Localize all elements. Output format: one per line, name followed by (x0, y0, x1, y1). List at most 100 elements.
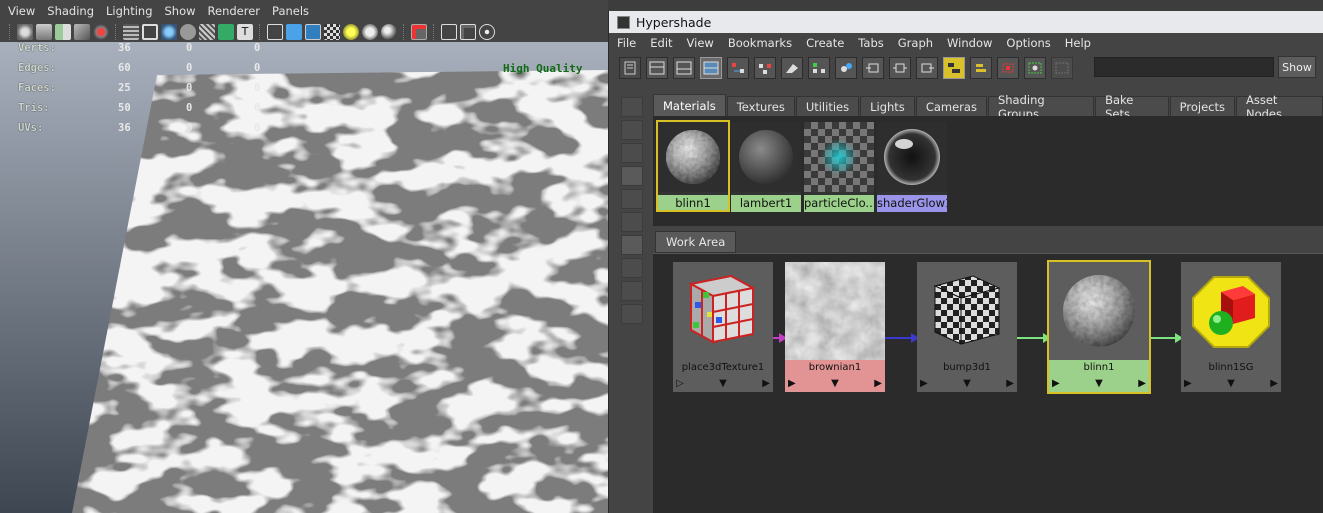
shadows-icon[interactable] (381, 24, 397, 40)
rearrange-graph-icon[interactable] (808, 57, 830, 79)
bottom-tabs-only-icon[interactable] (673, 57, 695, 79)
side-tool-button[interactable] (621, 304, 643, 324)
menu-options[interactable]: Options (1006, 36, 1050, 50)
menu-edit[interactable]: Edit (650, 36, 672, 50)
grease-pencil-icon[interactable] (93, 24, 109, 40)
default-lighting-icon[interactable] (343, 24, 359, 40)
input-port-icon[interactable]: ▶ (788, 378, 796, 389)
show-button[interactable]: Show (1278, 56, 1316, 78)
frame-all-icon[interactable] (1051, 57, 1073, 79)
selected-only-icon[interactable] (997, 57, 1019, 79)
menu-panels[interactable]: Panels (272, 4, 309, 18)
expand-attributes-icon[interactable]: ▼ (1095, 378, 1103, 389)
output-connections-icon[interactable] (916, 57, 938, 79)
expand-attributes-icon[interactable]: ▼ (719, 378, 727, 389)
gate-mask-icon[interactable] (180, 24, 196, 40)
all-lights-icon[interactable] (362, 24, 378, 40)
output-port-icon[interactable]: ▶ (1006, 378, 1014, 389)
material-swatch[interactable]: shaderGlow1 (877, 122, 947, 212)
camera-attributes-icon[interactable] (36, 24, 52, 40)
menu-show[interactable]: Show (165, 4, 196, 18)
menu-bookmarks[interactable]: Bookmarks (728, 36, 792, 50)
node-bump3d[interactable]: bump3d1 ▶ ▼ ▶ (917, 262, 1017, 392)
simple-display-icon[interactable] (970, 57, 992, 79)
menu-help[interactable]: Help (1065, 36, 1091, 50)
side-tool-button[interactable] (621, 143, 643, 163)
xray-joints-icon[interactable] (460, 24, 476, 40)
tab-utilities[interactable]: Utilities (795, 96, 860, 116)
safe-title-icon[interactable]: T (237, 24, 253, 40)
side-tool-button[interactable] (621, 97, 643, 117)
smooth-shade-icon[interactable] (286, 24, 302, 40)
material-swatch[interactable]: blinn1 (656, 120, 730, 212)
viewport-panel[interactable]: View Shading Lighting Show Renderer Pane… (0, 0, 608, 513)
shade-wireframe-icon[interactable] (305, 24, 321, 40)
materials-panel[interactable]: blinn1 lambert1 particleClo... shaderGlo… (653, 116, 1323, 226)
output-port-icon[interactable]: ▶ (874, 378, 882, 389)
menu-graph[interactable]: Graph (898, 36, 933, 50)
tab-asset-nodes[interactable]: Asset Nodes (1235, 93, 1323, 121)
expand-attributes-icon[interactable]: ▼ (1227, 378, 1235, 389)
graph-materials-icon[interactable] (835, 57, 857, 79)
tab-lights[interactable]: Lights (860, 96, 915, 116)
output-port-icon[interactable]: ▶ (762, 378, 770, 389)
node-shading-group[interactable]: blinn1SG ▶ ▼ ▶ (1181, 262, 1281, 392)
tab-bake-sets[interactable]: Bake Sets (1095, 93, 1169, 121)
swatch-display-icon[interactable] (943, 57, 965, 79)
output-port-icon[interactable]: ▶ (1138, 378, 1146, 389)
node-place3dtexture[interactable]: place3dTexture1 ▷ ▼ ▶ (673, 262, 773, 392)
tab-shading-groups[interactable]: Shading Groups (987, 93, 1095, 121)
input-port-icon[interactable]: ▷ (676, 378, 684, 389)
film-gate-icon[interactable] (142, 24, 158, 40)
wireframe-icon[interactable] (267, 24, 283, 40)
tab-work-area[interactable]: Work Area (655, 231, 737, 253)
tab-cameras[interactable]: Cameras (915, 96, 987, 116)
menu-view[interactable]: View (8, 4, 35, 18)
select-camera-icon[interactable] (17, 24, 33, 40)
menu-renderer[interactable]: Renderer (208, 4, 261, 18)
menu-shading[interactable]: Shading (47, 4, 94, 18)
side-tool-button[interactable] (621, 258, 643, 278)
top-tabs-only-icon[interactable] (646, 57, 668, 79)
bookmark-search-field[interactable] (1094, 57, 1274, 77)
menu-view[interactable]: View (687, 36, 714, 50)
grid-icon[interactable] (123, 24, 139, 40)
isolate-select-icon[interactable] (411, 24, 427, 40)
xray-components-icon[interactable] (479, 24, 495, 40)
tab-textures[interactable]: Textures (726, 96, 795, 116)
menu-create[interactable]: Create (806, 36, 844, 50)
graph-upstream-icon[interactable] (727, 57, 749, 79)
side-tool-button[interactable] (621, 166, 643, 186)
expand-attributes-icon[interactable]: ▼ (831, 378, 839, 389)
clear-graph-icon[interactable] (781, 57, 803, 79)
resolution-gate-icon[interactable] (161, 24, 177, 40)
input-port-icon[interactable]: ▶ (1052, 378, 1060, 389)
xray-icon[interactable] (441, 24, 457, 40)
bookmark-icon[interactable] (55, 24, 71, 40)
expand-attributes-icon[interactable]: ▼ (963, 378, 971, 389)
hypershade-titlebar[interactable]: Hypershade (609, 11, 1323, 33)
menu-tabs[interactable]: Tabs (858, 36, 883, 50)
frame-selected-icon[interactable] (1024, 57, 1046, 79)
input-output-connections-icon[interactable] (889, 57, 911, 79)
side-tool-button[interactable] (621, 235, 643, 255)
side-tool-button[interactable] (621, 120, 643, 140)
input-port-icon[interactable]: ▶ (920, 378, 928, 389)
node-brownian[interactable]: brownian1 ▶ ▼ ▶ (785, 262, 885, 392)
safe-action-icon[interactable] (218, 24, 234, 40)
menu-lighting[interactable]: Lighting (106, 4, 152, 18)
tab-projects[interactable]: Projects (1169, 96, 1235, 116)
side-tool-button[interactable] (621, 189, 643, 209)
field-chart-icon[interactable] (199, 24, 215, 40)
material-swatch[interactable]: lambert1 (731, 122, 801, 212)
graph-network-icon[interactable] (754, 57, 776, 79)
material-swatch[interactable]: particleClo... (804, 122, 874, 212)
image-plane-icon[interactable] (74, 24, 90, 40)
input-connections-icon[interactable] (862, 57, 884, 79)
node-blinn[interactable]: blinn1 ▶ ▼ ▶ (1047, 260, 1151, 394)
top-bottom-tabs-icon[interactable] (700, 57, 722, 79)
side-tool-button[interactable] (621, 281, 643, 301)
menu-window[interactable]: Window (947, 36, 992, 50)
menu-file[interactable]: File (617, 36, 636, 50)
input-port-icon[interactable]: ▶ (1184, 378, 1192, 389)
